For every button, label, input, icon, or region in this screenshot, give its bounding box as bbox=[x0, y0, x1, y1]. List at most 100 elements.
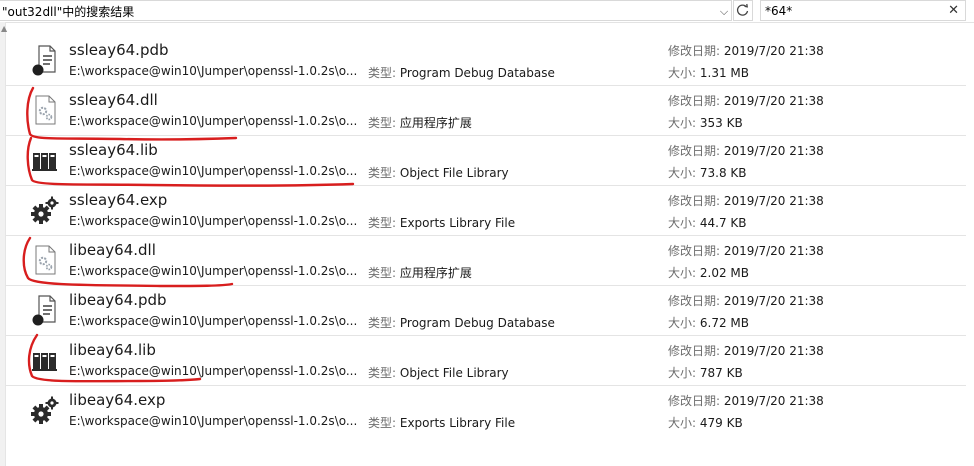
file-type: 类型: Program Debug Database bbox=[368, 314, 555, 331]
type-value: Exports Library File bbox=[399, 216, 516, 230]
file-path: E:\workspace@win10\Jumper\openssl-1.0.2s… bbox=[69, 64, 358, 78]
file-name: ssleay64.pdb bbox=[69, 41, 169, 59]
type-value: Object File Library bbox=[399, 366, 509, 380]
modified-label: 修改日期: bbox=[668, 44, 721, 58]
size-label: 大小: bbox=[668, 66, 697, 80]
size-label: 大小: bbox=[668, 416, 697, 430]
refresh-icon bbox=[736, 3, 749, 16]
list-item[interactable]: ssleay64.lib E:\workspace@win10\Jumper\o… bbox=[6, 136, 966, 186]
modified-value: 2019/7/20 21:38 bbox=[723, 344, 824, 358]
address-bar-text: "out32dll"中的搜索结果 bbox=[2, 5, 135, 19]
modified-date: 修改日期: 2019/7/20 21:38 bbox=[668, 92, 824, 109]
modified-label: 修改日期: bbox=[668, 294, 721, 308]
exp-file-icon bbox=[31, 396, 59, 424]
modified-label: 修改日期: bbox=[668, 144, 721, 158]
size-label: 大小: bbox=[668, 216, 697, 230]
list-item[interactable]: libeay64.dll E:\workspace@win10\Jumper\o… bbox=[6, 236, 966, 286]
file-type: 类型: Object File Library bbox=[368, 364, 509, 381]
dll-file-icon bbox=[35, 245, 56, 275]
file-type: 类型: Object File Library bbox=[368, 164, 509, 181]
type-label: 类型: bbox=[368, 166, 397, 180]
file-name: libeay64.pdb bbox=[69, 291, 167, 309]
size-value: 1.31 MB bbox=[699, 66, 749, 80]
type-value: 应用程序扩展 bbox=[399, 116, 472, 130]
file-size: 大小: 44.7 KB bbox=[668, 214, 747, 231]
modified-value: 2019/7/20 21:38 bbox=[723, 194, 824, 208]
file-size: 大小: 73.8 KB bbox=[668, 164, 747, 181]
close-icon[interactable]: ✕ bbox=[948, 2, 959, 20]
modified-label: 修改日期: bbox=[668, 194, 721, 208]
dll-file-icon bbox=[35, 95, 56, 125]
lib-file-icon bbox=[32, 353, 57, 371]
file-size: 大小: 787 KB bbox=[668, 364, 743, 381]
list-item[interactable]: ssleay64.pdb E:\workspace@win10\Jumper\o… bbox=[6, 36, 966, 86]
search-input[interactable] bbox=[765, 2, 935, 19]
modified-value: 2019/7/20 21:38 bbox=[723, 144, 824, 158]
size-value: 479 KB bbox=[699, 416, 743, 430]
pdb-file-icon bbox=[32, 295, 56, 326]
modified-date: 修改日期: 2019/7/20 21:38 bbox=[668, 192, 824, 209]
modified-value: 2019/7/20 21:38 bbox=[723, 44, 824, 58]
chevron-down-icon[interactable]: ⌵ bbox=[716, 1, 732, 22]
file-type: 类型: 应用程序扩展 bbox=[368, 114, 472, 131]
file-size: 大小: 479 KB bbox=[668, 414, 743, 431]
file-size: 大小: 1.31 MB bbox=[668, 64, 749, 81]
file-name: libeay64.exp bbox=[69, 391, 166, 409]
type-value: 应用程序扩展 bbox=[399, 266, 472, 280]
type-label: 类型: bbox=[368, 116, 397, 130]
type-label: 类型: bbox=[368, 216, 397, 230]
lib-file-icon bbox=[32, 153, 57, 171]
list-item[interactable]: libeay64.pdb E:\workspace@win10\Jumper\o… bbox=[6, 286, 966, 336]
file-size: 大小: 6.72 MB bbox=[668, 314, 749, 331]
file-path: E:\workspace@win10\Jumper\openssl-1.0.2s… bbox=[69, 164, 358, 178]
list-item[interactable]: libeay64.exp E:\workspace@win10\Jumper\o… bbox=[6, 386, 966, 436]
pdb-file-icon bbox=[32, 45, 56, 76]
list-item[interactable]: libeay64.lib E:\workspace@win10\Jumper\o… bbox=[6, 336, 966, 386]
size-label: 大小: bbox=[668, 116, 697, 130]
size-value: 353 KB bbox=[699, 116, 743, 130]
type-label: 类型: bbox=[368, 366, 397, 380]
search-box[interactable]: ✕ bbox=[760, 0, 966, 21]
type-value: Program Debug Database bbox=[399, 316, 555, 330]
file-path: E:\workspace@win10\Jumper\openssl-1.0.2s… bbox=[69, 314, 358, 328]
file-type: 类型: Program Debug Database bbox=[368, 64, 555, 81]
modified-date: 修改日期: 2019/7/20 21:38 bbox=[668, 342, 824, 359]
file-type: 类型: Exports Library File bbox=[368, 414, 515, 431]
size-value: 2.02 MB bbox=[699, 266, 749, 280]
size-label: 大小: bbox=[668, 316, 697, 330]
address-bar[interactable]: "out32dll"中的搜索结果 ⌵ bbox=[0, 0, 732, 21]
modified-label: 修改日期: bbox=[668, 244, 721, 258]
search-results-list: ssleay64.pdb E:\workspace@win10\Jumper\o… bbox=[6, 36, 966, 436]
modified-label: 修改日期: bbox=[668, 94, 721, 108]
toolbar: "out32dll"中的搜索结果 ⌵ ✕ bbox=[0, 0, 974, 23]
type-label: 类型: bbox=[368, 416, 397, 430]
size-label: 大小: bbox=[668, 266, 697, 280]
size-value: 787 KB bbox=[699, 366, 743, 380]
modified-label: 修改日期: bbox=[668, 344, 721, 358]
modified-label: 修改日期: bbox=[668, 394, 721, 408]
size-value: 73.8 KB bbox=[699, 166, 747, 180]
type-value: Exports Library File bbox=[399, 416, 516, 430]
type-label: 类型: bbox=[368, 316, 397, 330]
size-label: 大小: bbox=[668, 366, 697, 380]
list-item[interactable]: ssleay64.dll E:\workspace@win10\Jumper\o… bbox=[6, 86, 966, 136]
exp-file-icon bbox=[31, 196, 59, 224]
file-path: E:\workspace@win10\Jumper\openssl-1.0.2s… bbox=[69, 414, 358, 428]
size-value: 44.7 KB bbox=[699, 216, 747, 230]
modified-date: 修改日期: 2019/7/20 21:38 bbox=[668, 292, 824, 309]
file-type: 类型: Exports Library File bbox=[368, 214, 515, 231]
type-label: 类型: bbox=[368, 266, 397, 280]
chevron-up-icon[interactable]: ▲ bbox=[1, 24, 7, 33]
modified-value: 2019/7/20 21:38 bbox=[723, 294, 824, 308]
modified-date: 修改日期: 2019/7/20 21:38 bbox=[668, 142, 824, 159]
file-path: E:\workspace@win10\Jumper\openssl-1.0.2s… bbox=[69, 214, 358, 228]
file-name: ssleay64.exp bbox=[69, 191, 168, 209]
type-value: Object File Library bbox=[399, 166, 509, 180]
file-name: ssleay64.dll bbox=[69, 91, 158, 109]
modified-date: 修改日期: 2019/7/20 21:38 bbox=[668, 392, 824, 409]
refresh-button[interactable] bbox=[733, 0, 753, 21]
list-item[interactable]: ssleay64.exp E:\workspace@win10\Jumper\o… bbox=[6, 186, 966, 236]
type-value: Program Debug Database bbox=[399, 66, 555, 80]
modified-value: 2019/7/20 21:38 bbox=[723, 94, 824, 108]
modified-date: 修改日期: 2019/7/20 21:38 bbox=[668, 42, 824, 59]
